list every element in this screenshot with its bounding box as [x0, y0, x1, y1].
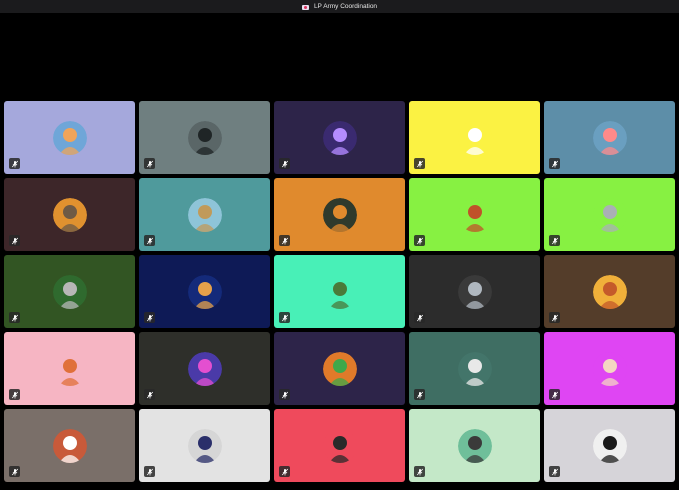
mic-off-icon — [549, 466, 560, 477]
mic-off-icon — [9, 235, 20, 246]
participant-tile[interactable] — [4, 255, 135, 328]
mic-off-icon — [9, 466, 20, 477]
participant-avatar — [457, 428, 492, 463]
participant-tile[interactable] — [409, 178, 540, 251]
mic-off-icon — [414, 235, 425, 246]
participant-tile[interactable] — [274, 409, 405, 482]
participant-tile[interactable] — [544, 178, 675, 251]
mic-off-icon — [279, 158, 290, 169]
participant-avatar — [592, 428, 627, 463]
mic-off-icon — [549, 389, 560, 400]
participant-avatar — [457, 274, 492, 309]
mic-off-icon — [549, 158, 560, 169]
participant-tile[interactable] — [139, 178, 270, 251]
participant-avatar — [592, 197, 627, 232]
participant-avatar — [187, 197, 222, 232]
mic-off-icon — [9, 158, 20, 169]
participant-avatar — [322, 120, 357, 155]
participant-avatar — [457, 351, 492, 386]
mic-off-icon — [414, 466, 425, 477]
participant-tile[interactable] — [4, 409, 135, 482]
mic-off-icon — [279, 466, 290, 477]
participant-tile[interactable] — [4, 101, 135, 174]
participant-tile[interactable] — [4, 332, 135, 405]
participant-avatar — [52, 274, 87, 309]
participant-tile[interactable] — [139, 101, 270, 174]
participant-tile[interactable] — [274, 332, 405, 405]
mic-off-icon — [144, 466, 155, 477]
participant-avatar — [52, 120, 87, 155]
participant-avatar — [187, 428, 222, 463]
mic-off-icon — [279, 312, 290, 323]
participant-tile[interactable] — [274, 101, 405, 174]
mic-off-icon — [144, 235, 155, 246]
mic-off-icon — [279, 389, 290, 400]
participant-avatar — [187, 274, 222, 309]
participant-tile[interactable] — [544, 101, 675, 174]
participant-tile[interactable] — [409, 101, 540, 174]
participant-grid — [4, 101, 675, 482]
mic-off-icon — [279, 235, 290, 246]
participant-avatar — [52, 428, 87, 463]
window-title: LP Army Coordination — [313, 3, 378, 10]
participant-avatar — [592, 351, 627, 386]
participant-avatar — [322, 428, 357, 463]
mic-off-icon — [414, 158, 425, 169]
participant-tile[interactable] — [409, 255, 540, 328]
participant-avatar — [187, 351, 222, 386]
mic-off-icon — [549, 235, 560, 246]
participant-tile[interactable] — [544, 255, 675, 328]
window-title-bar: LP Army Coordination — [0, 0, 679, 13]
mic-off-icon — [549, 312, 560, 323]
app-logo-icon — [301, 4, 310, 10]
participant-avatar — [592, 120, 627, 155]
participant-avatar — [322, 351, 357, 386]
participant-avatar — [52, 197, 87, 232]
participant-avatar — [457, 197, 492, 232]
mic-off-icon — [414, 312, 425, 323]
participant-avatar — [457, 120, 492, 155]
participant-tile[interactable] — [4, 178, 135, 251]
participant-tile[interactable] — [139, 332, 270, 405]
mic-off-icon — [414, 389, 425, 400]
mic-off-icon — [144, 312, 155, 323]
mic-off-icon — [144, 158, 155, 169]
participant-tile[interactable] — [139, 409, 270, 482]
mic-off-icon — [9, 389, 20, 400]
participant-avatar — [322, 197, 357, 232]
participant-tile[interactable] — [409, 332, 540, 405]
mic-off-icon — [144, 389, 155, 400]
participant-tile[interactable] — [409, 409, 540, 482]
participant-avatar — [187, 120, 222, 155]
participant-tile[interactable] — [274, 255, 405, 328]
participant-tile[interactable] — [544, 332, 675, 405]
participant-avatar — [322, 274, 357, 309]
participant-avatar — [592, 274, 627, 309]
mic-off-icon — [9, 312, 20, 323]
participant-tile[interactable] — [139, 255, 270, 328]
participant-avatar — [52, 351, 87, 386]
participant-tile[interactable] — [544, 409, 675, 482]
participant-tile[interactable] — [274, 178, 405, 251]
